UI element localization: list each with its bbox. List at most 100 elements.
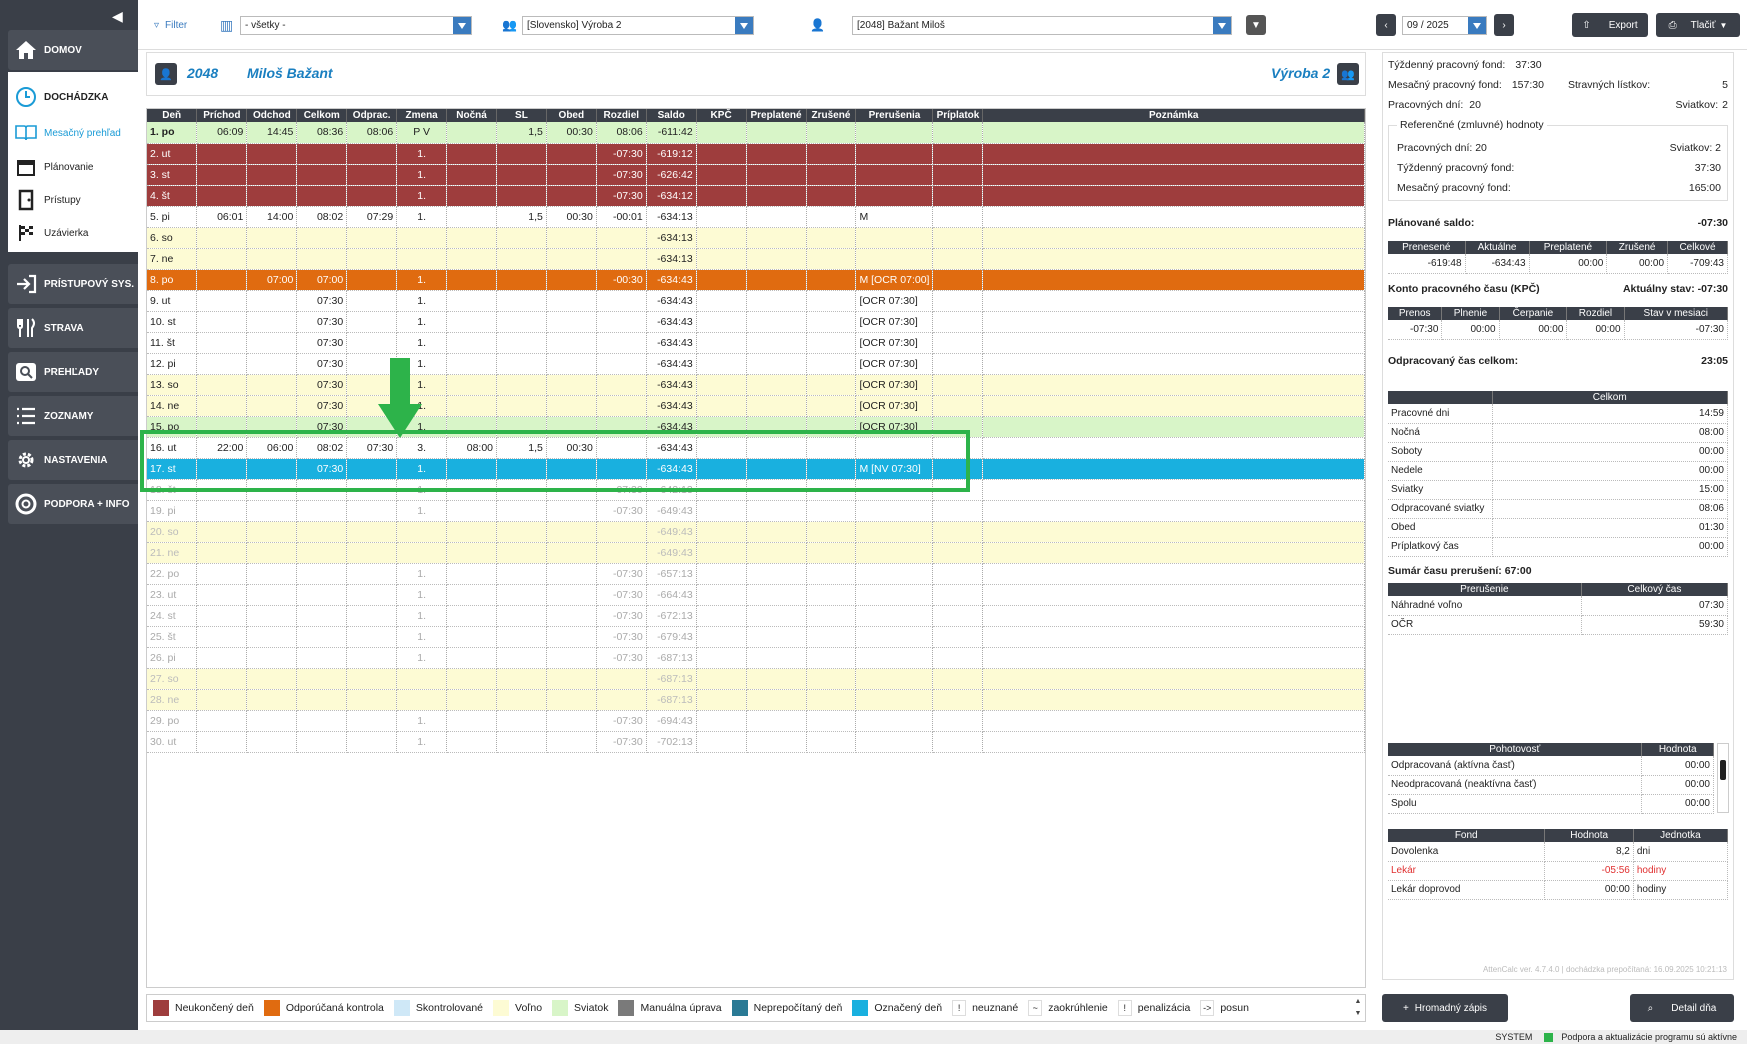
grid-cell[interactable]: -679:43 <box>646 626 697 648</box>
grid-cell[interactable] <box>855 563 934 585</box>
grid-cell[interactable] <box>546 290 597 312</box>
grid-cell[interactable]: 07:30 <box>296 290 348 312</box>
grid-cell[interactable] <box>696 668 747 690</box>
grid-cell[interactable] <box>982 626 1365 648</box>
nav-domov[interactable]: DOMOV <box>8 30 138 70</box>
grid-cell[interactable] <box>546 374 597 396</box>
grid-cell[interactable] <box>346 668 398 690</box>
grid-cell[interactable] <box>196 248 248 270</box>
grid-cell[interactable] <box>746 269 807 291</box>
grid-cell[interactable] <box>546 185 597 207</box>
grid-cell[interactable] <box>806 122 857 144</box>
grid-cell[interactable] <box>346 164 398 186</box>
col-header[interactable]: Obed <box>546 109 597 122</box>
grid-cell[interactable] <box>982 605 1365 627</box>
grid-cell[interactable] <box>806 563 857 585</box>
grid-cell[interactable] <box>546 689 597 711</box>
grid-cell[interactable]: -634:13 <box>646 206 697 228</box>
grid-cell[interactable] <box>746 311 807 333</box>
grid-cell[interactable] <box>596 458 647 480</box>
grid-cell[interactable]: -634:43 <box>646 437 697 459</box>
grid-cell[interactable] <box>982 185 1365 207</box>
grid-cell[interactable]: 1,5 <box>496 206 547 228</box>
col-header[interactable]: SL <box>496 109 547 122</box>
grid-cell[interactable] <box>696 332 747 354</box>
grid-cell[interactable] <box>296 605 348 627</box>
grid-cell[interactable] <box>496 689 547 711</box>
grid-cell[interactable]: 07:30 <box>296 395 348 417</box>
grid-cell[interactable] <box>932 332 984 354</box>
grid-cell[interactable] <box>982 584 1365 606</box>
grid-cell[interactable]: 06:09 <box>196 122 248 144</box>
grid-cell[interactable] <box>982 143 1365 165</box>
grid-cell[interactable]: 07:30 <box>296 458 348 480</box>
grid-cell[interactable] <box>982 689 1365 711</box>
grid-cell[interactable]: 11. št <box>147 332 198 354</box>
grid-cell[interactable]: 07:00 <box>296 269 348 291</box>
grid-cell[interactable] <box>982 647 1365 669</box>
grid-cell[interactable] <box>196 311 248 333</box>
grid-cell[interactable] <box>596 353 647 375</box>
grid-cell[interactable] <box>496 584 547 606</box>
grid-cell[interactable] <box>806 374 857 396</box>
grid-cell[interactable] <box>446 269 498 291</box>
grid-cell[interactable] <box>746 710 807 732</box>
grid-cell[interactable] <box>746 668 807 690</box>
grid-cell[interactable]: -634:43 <box>646 269 697 291</box>
grid-cell[interactable] <box>746 332 807 354</box>
col-header[interactable]: Rozdiel <box>596 109 647 122</box>
grid-cell[interactable] <box>596 374 647 396</box>
grid-cell[interactable] <box>196 332 248 354</box>
grid-cell[interactable] <box>855 437 934 459</box>
table-row[interactable]: 10. st 07:30 1. -634:43 [OCR 07:30] <box>147 311 1365 333</box>
grid-cell[interactable] <box>746 584 807 606</box>
grid-cell[interactable] <box>982 479 1365 501</box>
grid-cell[interactable] <box>982 248 1365 270</box>
grid-cell[interactable] <box>806 395 857 417</box>
grid-cell[interactable]: -07:30 <box>596 185 647 207</box>
table-row[interactable]: 2. ut 1. -07:30 -619:12 <box>147 143 1365 165</box>
grid-cell[interactable] <box>932 542 984 564</box>
grid-cell[interactable] <box>446 332 498 354</box>
grid-cell[interactable] <box>246 164 298 186</box>
grid-cell[interactable] <box>982 353 1365 375</box>
grid-cell[interactable] <box>546 542 597 564</box>
grid-cell[interactable] <box>932 122 984 144</box>
grid-cell[interactable] <box>246 542 298 564</box>
grid-cell[interactable] <box>446 416 498 438</box>
collapse-sidebar-icon[interactable]: ◀ <box>112 8 123 25</box>
grid-cell[interactable] <box>806 626 857 648</box>
grid-cell[interactable] <box>346 605 398 627</box>
grid-cell[interactable]: -634:43 <box>646 332 697 354</box>
scrollbar-thumb[interactable] <box>1720 760 1726 780</box>
grid-cell[interactable] <box>346 458 398 480</box>
grid-cell[interactable]: 08:06 <box>346 122 398 144</box>
table-row[interactable]: 4. št 1. -07:30 -634:12 <box>147 185 1365 207</box>
grid-cell[interactable]: M [NV 07:30] <box>855 458 934 480</box>
grid-cell[interactable]: -07:30 <box>596 584 647 606</box>
grid-cell[interactable] <box>696 395 747 417</box>
grid-cell[interactable] <box>446 122 498 144</box>
grid-cell[interactable] <box>855 605 934 627</box>
grid-cell[interactable] <box>855 248 934 270</box>
grid-cell[interactable] <box>746 395 807 417</box>
grid-cell[interactable] <box>196 542 248 564</box>
grid-cell[interactable] <box>246 185 298 207</box>
grid-cell[interactable] <box>806 479 857 501</box>
nav-zoznamy[interactable]: ZOZNAMY <box>8 396 138 436</box>
grid-cell[interactable] <box>746 521 807 543</box>
grid-cell[interactable]: -634:43 <box>646 311 697 333</box>
grid-cell[interactable] <box>596 290 647 312</box>
grid-cell[interactable]: 12. pi <box>147 353 198 375</box>
grid-cell[interactable] <box>806 353 857 375</box>
grid-cell[interactable] <box>296 647 348 669</box>
nav-prehlady[interactable]: PREHĽADY <box>8 352 138 392</box>
col-header[interactable]: Nočná <box>446 109 498 122</box>
grid-cell[interactable] <box>596 395 647 417</box>
grid-cell[interactable] <box>746 437 807 459</box>
grid-cell[interactable] <box>696 290 747 312</box>
grid-cell[interactable] <box>806 689 857 711</box>
grid-cell[interactable] <box>932 458 984 480</box>
grid-cell[interactable] <box>246 626 298 648</box>
grid-cell[interactable]: 07:30 <box>296 353 348 375</box>
